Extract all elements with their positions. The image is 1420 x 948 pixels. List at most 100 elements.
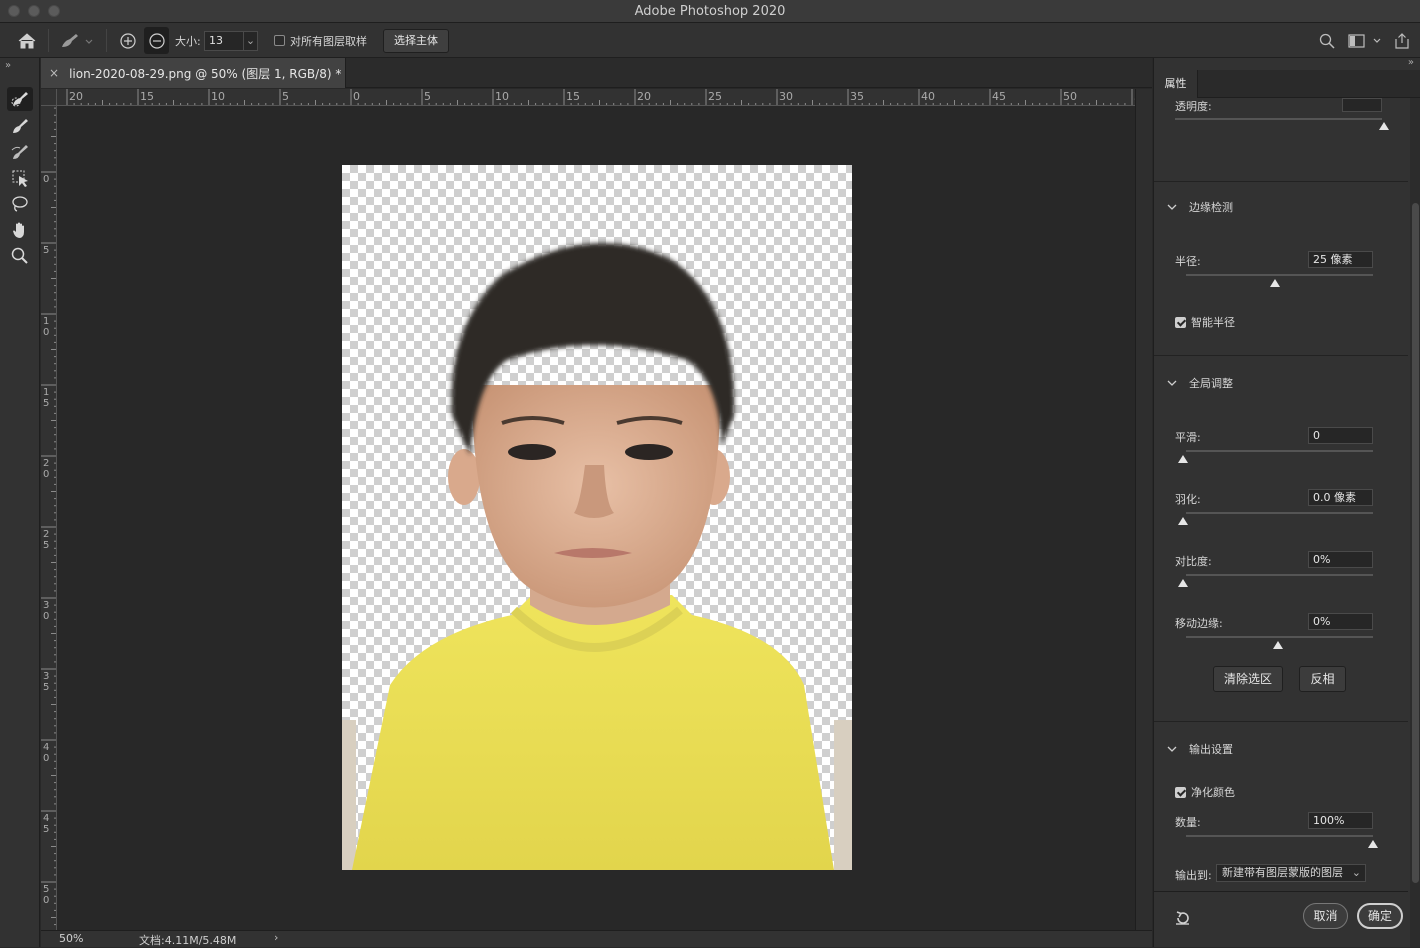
panel-scrollbar-thumb[interactable] — [1412, 203, 1419, 883]
close-window-button[interactable] — [8, 5, 20, 17]
zoom-tool[interactable] — [7, 244, 33, 268]
ruler-label: 2 0 — [43, 458, 50, 480]
ok-button[interactable]: 确定 — [1357, 903, 1403, 929]
radius-input[interactable]: 25 像素 — [1308, 251, 1373, 268]
ruler-label: 15 — [566, 90, 580, 103]
contrast-slider[interactable] — [1186, 574, 1373, 576]
brush-tool[interactable] — [7, 140, 33, 164]
object-selection-tool[interactable] — [7, 166, 33, 190]
title-bar: Adobe Photoshop 2020 — [0, 0, 1420, 23]
plus-circle-icon — [120, 32, 136, 49]
smart-radius-checkbox[interactable]: 智能半径 — [1175, 314, 1235, 330]
feather-input[interactable]: 0.0 像素 — [1308, 489, 1373, 506]
feather-slider-thumb[interactable] — [1178, 517, 1188, 525]
sample-all-layers-label: 对所有图层取样 — [290, 34, 367, 48]
ruler-label: 10 — [495, 90, 509, 103]
ruler-origin[interactable] — [41, 89, 57, 106]
smooth-slider-thumb[interactable] — [1178, 455, 1188, 463]
decontaminate-colors-label: 净化颜色 — [1191, 786, 1235, 799]
document-tab-title: lion-2020-08-29.png @ 50% (图层 1, RGB/8) … — [69, 66, 342, 81]
horizontal-ruler[interactable]: 20151050510152025303540455055 — [57, 89, 1137, 106]
opacity-slider[interactable] — [1175, 118, 1382, 120]
ruler-label: 4 5 — [43, 813, 50, 835]
document-info[interactable]: 文档:4.11M/5.48M — [139, 932, 236, 948]
ruler-label: 0 — [353, 90, 360, 103]
sample-all-layers-checkbox[interactable]: 对所有图层取样 — [274, 23, 367, 58]
zoom-window-button[interactable] — [48, 5, 60, 17]
close-tab-icon[interactable]: × — [49, 66, 59, 80]
smooth-input[interactable]: 0 — [1308, 427, 1373, 444]
output-to-label: 输出到: — [1175, 869, 1212, 882]
subtract-from-selection-button[interactable] — [144, 27, 169, 54]
refine-brush-icon — [62, 33, 93, 47]
add-to-selection-button[interactable] — [119, 23, 137, 58]
collapse-toolbar-icon[interactable]: » — [5, 60, 11, 71]
workspace-switcher[interactable] — [1348, 23, 1382, 58]
ruler-label: 5 — [43, 245, 50, 256]
feather-slider[interactable] — [1186, 512, 1373, 514]
minimize-window-button[interactable] — [28, 5, 40, 17]
brush-icon — [11, 145, 28, 159]
panel-scrollbar[interactable] — [1410, 98, 1420, 947]
vertical-ruler-ticks — [41, 107, 56, 926]
collapse-panel-icon[interactable]: » — [1408, 57, 1414, 68]
smooth-slider[interactable] — [1186, 450, 1373, 452]
output-settings-header[interactable]: 输出设置 — [1167, 741, 1233, 757]
size-label: 大小: — [175, 34, 201, 48]
quick-selection-tool[interactable] — [7, 87, 33, 111]
workspace-icon — [1348, 33, 1381, 48]
radius-slider-thumb[interactable] — [1270, 279, 1280, 287]
global-refinements-heading: 全局调整 — [1189, 377, 1233, 390]
zoom-level[interactable]: 50% — [59, 932, 83, 945]
checkbox-checked[interactable] — [1175, 316, 1186, 328]
edge-detection-header[interactable]: 边缘检测 — [1167, 199, 1233, 215]
radius-slider[interactable] — [1186, 274, 1373, 276]
clear-selection-button[interactable]: 清除选区 — [1213, 666, 1283, 692]
amount-input[interactable]: 100% — [1308, 812, 1373, 829]
reset-button[interactable] — [1174, 909, 1192, 930]
size-input[interactable]: 13 ⌄ — [204, 30, 258, 51]
search-button[interactable] — [1318, 23, 1336, 58]
tool-preset-picker[interactable] — [58, 23, 94, 58]
ruler-label: 1 5 — [43, 387, 50, 409]
output-to-select[interactable]: 新建带有图层蒙版的图层 ⌄ — [1216, 864, 1366, 882]
amount-slider[interactable] — [1186, 835, 1373, 837]
chevron-down-icon[interactable]: ⌄ — [243, 31, 257, 50]
shift-edge-slider[interactable] — [1186, 636, 1373, 638]
canvas-vertical-scrollbar[interactable] — [1135, 89, 1152, 930]
refine-edge-brush-tool[interactable] — [7, 114, 33, 138]
opacity-label: 透明度: — [1175, 100, 1212, 113]
shift-edge-slider-thumb[interactable] — [1273, 641, 1283, 649]
document-image[interactable] — [342, 165, 852, 870]
decontaminate-colors-checkbox[interactable]: 净化颜色 — [1175, 784, 1235, 800]
hand-tool[interactable] — [7, 218, 33, 242]
invert-button[interactable]: 反相 — [1299, 666, 1346, 692]
lasso-tool[interactable] — [7, 192, 33, 216]
home-button[interactable] — [17, 23, 37, 58]
opacity-slider-thumb[interactable] — [1379, 122, 1389, 130]
shift-edge-label: 移动边缘: — [1175, 617, 1223, 630]
opacity-input[interactable] — [1342, 98, 1382, 112]
checkbox-checked[interactable] — [1175, 786, 1186, 798]
global-refinements-header[interactable]: 全局调整 — [1167, 375, 1233, 391]
select-subject-button[interactable]: 选择主体 — [383, 28, 449, 53]
ruler-label: 40 — [921, 90, 935, 103]
document-tab-bar: × lion-2020-08-29.png @ 50% (图层 1, RGB/8… — [41, 58, 1152, 88]
reset-icon — [1176, 911, 1189, 925]
tab-properties[interactable]: 属性 — [1154, 70, 1198, 98]
contrast-input[interactable]: 0% — [1308, 551, 1373, 568]
status-menu-arrow[interactable]: › — [274, 931, 278, 944]
amount-slider-thumb[interactable] — [1368, 840, 1378, 848]
status-bar: 50% 文档:4.11M/5.48M › — [41, 930, 1152, 947]
document-tab[interactable]: × lion-2020-08-29.png @ 50% (图层 1, RGB/8… — [41, 58, 346, 88]
ruler-label: 15 — [140, 90, 154, 103]
checkbox-box[interactable] — [274, 35, 285, 46]
ruler-label: 50 — [1063, 90, 1077, 103]
vertical-ruler[interactable]: 0 5 1 0 1 5 2 0 2 5 3 0 3 5 4 0 4 5 5 0 — [41, 106, 57, 930]
contrast-slider-thumb[interactable] — [1178, 579, 1188, 587]
ruler-label: 0 — [43, 174, 50, 185]
share-button[interactable] — [1393, 23, 1411, 58]
shift-edge-input[interactable]: 0% — [1308, 613, 1373, 630]
cancel-button[interactable]: 取消 — [1303, 903, 1348, 929]
options-bar: 大小: 13 ⌄ 对所有图层取样 选择主体 — [0, 23, 1420, 58]
